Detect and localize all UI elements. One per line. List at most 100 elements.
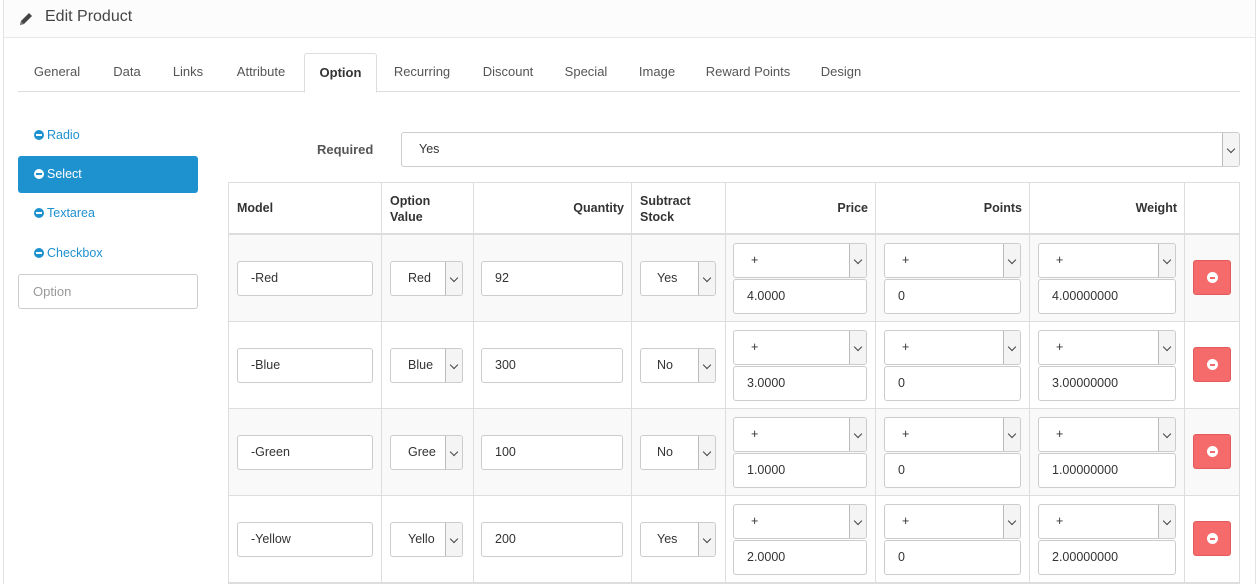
tab-design[interactable]: Design xyxy=(814,53,868,92)
quantity-input[interactable]: 200 xyxy=(481,522,623,557)
chevron-down-icon xyxy=(1158,331,1175,364)
points-prefix-select[interactable]: + xyxy=(884,417,1021,452)
tab-bar: General Data Links Attribute Option Recu… xyxy=(18,53,1240,93)
weight-prefix-select[interactable]: + xyxy=(1038,417,1176,452)
subtract-stock-select[interactable]: No xyxy=(640,348,716,383)
points-input[interactable]: 0 xyxy=(884,540,1021,575)
points-input[interactable]: 0 xyxy=(884,366,1021,401)
chevron-down-icon xyxy=(849,331,866,364)
chevron-down-icon xyxy=(1158,418,1175,451)
tab-special[interactable]: Special xyxy=(557,53,615,92)
quantity-input[interactable]: 92 xyxy=(481,261,623,296)
price-input[interactable]: 4.0000 xyxy=(733,279,867,314)
price-input[interactable]: 3.0000 xyxy=(733,366,867,401)
column-header-weight: Weight xyxy=(1135,201,1177,215)
panel-heading: Edit Product xyxy=(4,0,1255,38)
chevron-down-icon xyxy=(1158,244,1175,277)
points-input[interactable]: 0 xyxy=(884,453,1021,488)
subtract-stock-select[interactable]: No xyxy=(640,435,716,470)
chevron-down-icon xyxy=(445,349,462,382)
minus-circle-icon[interactable] xyxy=(34,130,44,140)
price-input[interactable]: 1.0000 xyxy=(733,453,867,488)
chevron-down-icon xyxy=(445,262,462,295)
page-title: Edit Product xyxy=(45,8,133,25)
chevron-down-icon xyxy=(849,418,866,451)
required-select[interactable]: Yes xyxy=(401,132,1240,167)
tab-reward-points[interactable]: Reward Points xyxy=(699,53,797,92)
tab-attribute[interactable]: Attribute xyxy=(225,53,297,92)
points-prefix-select[interactable]: + xyxy=(884,504,1021,539)
points-input[interactable]: 0 xyxy=(884,279,1021,314)
option-value-select[interactable]: Yello xyxy=(390,522,463,557)
column-header-subtract-stock: Subtract Stock xyxy=(640,194,691,224)
weight-prefix-select[interactable]: + xyxy=(1038,243,1176,278)
tab-image[interactable]: Image xyxy=(630,53,684,92)
chevron-down-icon xyxy=(698,523,715,556)
weight-input[interactable]: 3.00000000 xyxy=(1038,366,1176,401)
chevron-down-icon xyxy=(1003,244,1020,277)
column-header-quantity: Quantity xyxy=(573,201,624,215)
price-prefix-select[interactable]: + xyxy=(733,504,867,539)
weight-prefix-select[interactable]: + xyxy=(1038,330,1176,365)
sidebar-item-checkbox[interactable]: Checkbox xyxy=(18,235,198,272)
model-input[interactable]: -Blue xyxy=(237,348,373,383)
tab-general[interactable]: General xyxy=(18,53,96,92)
chevron-down-icon xyxy=(1003,505,1020,538)
tab-links[interactable]: Links xyxy=(162,53,214,92)
points-prefix-select[interactable]: + xyxy=(884,330,1021,365)
column-header-price: Price xyxy=(837,201,868,215)
quantity-input[interactable]: 100 xyxy=(481,435,623,470)
chevron-down-icon xyxy=(1003,418,1020,451)
chevron-down-icon xyxy=(698,436,715,469)
remove-option-value-button[interactable] xyxy=(1193,347,1231,382)
pencil-icon xyxy=(20,13,32,25)
sidebar-item-select[interactable]: Select xyxy=(18,156,198,193)
tab-recurring[interactable]: Recurring xyxy=(386,53,458,92)
chevron-down-icon xyxy=(849,244,866,277)
minus-circle-icon[interactable] xyxy=(34,169,44,179)
remove-option-value-button[interactable] xyxy=(1193,521,1231,556)
minus-circle-icon xyxy=(1207,533,1218,544)
tab-option[interactable]: Option xyxy=(304,53,377,93)
option-autocomplete-input[interactable] xyxy=(18,274,198,309)
chevron-down-icon xyxy=(445,436,462,469)
minus-circle-icon[interactable] xyxy=(34,248,44,258)
points-prefix-select[interactable]: + xyxy=(884,243,1021,278)
minus-circle-icon xyxy=(1207,272,1218,283)
chevron-down-icon xyxy=(1003,331,1020,364)
tab-data[interactable]: Data xyxy=(102,53,152,92)
minus-circle-icon xyxy=(1207,446,1218,457)
option-value-select[interactable]: Blue xyxy=(390,348,463,383)
column-header-points: Points xyxy=(983,201,1022,215)
price-input[interactable]: 2.0000 xyxy=(733,540,867,575)
model-input[interactable]: -Yellow xyxy=(237,522,373,557)
chevron-down-icon xyxy=(445,523,462,556)
weight-input[interactable]: 1.00000000 xyxy=(1038,453,1176,488)
price-prefix-select[interactable]: + xyxy=(733,243,867,278)
column-header-model: Model xyxy=(237,201,274,215)
price-prefix-select[interactable]: + xyxy=(733,417,867,452)
model-input[interactable]: -Green xyxy=(237,435,373,470)
column-header-option-value: Option Value xyxy=(390,194,431,224)
chevron-down-icon xyxy=(1222,133,1239,166)
weight-input[interactable]: 4.00000000 xyxy=(1038,279,1176,314)
required-label: Required xyxy=(317,142,374,157)
sidebar-item-radio[interactable]: Radio xyxy=(18,117,198,154)
subtract-stock-select[interactable]: Yes xyxy=(640,522,716,557)
price-prefix-select[interactable]: + xyxy=(733,330,867,365)
weight-prefix-select[interactable]: + xyxy=(1038,504,1176,539)
tab-discount[interactable]: Discount xyxy=(473,53,543,92)
chevron-down-icon xyxy=(698,262,715,295)
remove-option-value-button[interactable] xyxy=(1193,260,1231,295)
sidebar-item-textarea[interactable]: Textarea xyxy=(18,195,198,232)
option-value-select[interactable]: Gree xyxy=(390,435,463,470)
option-value-select[interactable]: Red xyxy=(390,261,463,296)
minus-circle-icon[interactable] xyxy=(34,208,44,218)
remove-option-value-button[interactable] xyxy=(1193,434,1231,469)
quantity-input[interactable]: 300 xyxy=(481,348,623,383)
weight-input[interactable]: 2.00000000 xyxy=(1038,540,1176,575)
chevron-down-icon xyxy=(849,505,866,538)
chevron-down-icon xyxy=(698,349,715,382)
subtract-stock-select[interactable]: Yes xyxy=(640,261,716,296)
model-input[interactable]: -Red xyxy=(237,261,373,296)
